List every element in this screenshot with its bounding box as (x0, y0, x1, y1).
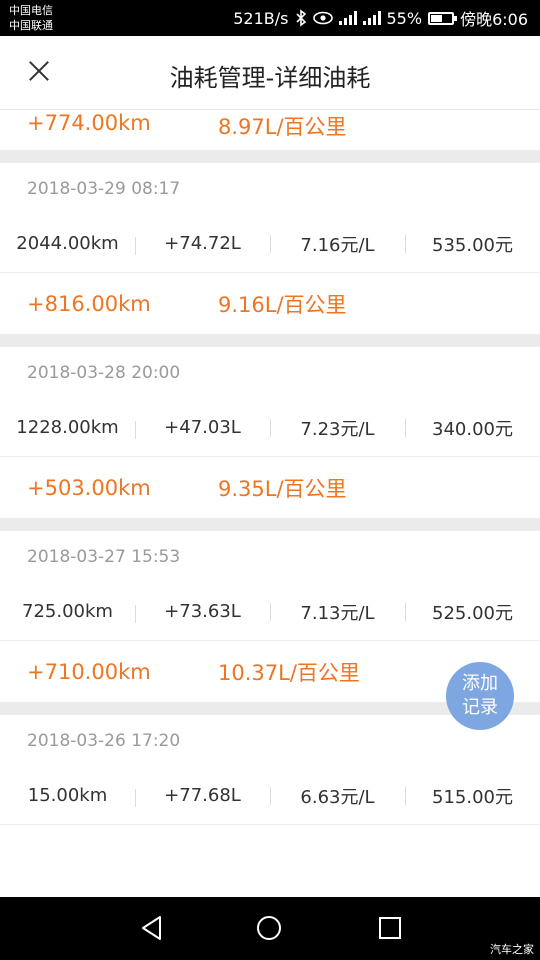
recent-apps-icon[interactable] (379, 917, 401, 939)
efficiency-value: 9.16L/百公里 (218, 292, 347, 317)
odometer-value: 15.00km (27, 785, 108, 806)
bluetooth-icon (295, 9, 307, 27)
record-date: 2018-03-29 08:17 (27, 179, 181, 199)
record-stats: 1228.00km +47.03L 7.23元/L 340.00元 (0, 399, 540, 457)
record-stats: 2044.00km +74.72L 7.16元/L 535.00元 (0, 215, 540, 273)
net-speed: 521B/s (233, 8, 289, 28)
battery-percent: 55% (386, 8, 423, 28)
home-circle-icon[interactable] (257, 916, 281, 940)
app-header: 油耗管理-详细油耗 (0, 36, 540, 110)
fuel-record[interactable]: 2018-03-26 17:20 15.00km +77.68L 6.63元/L… (0, 715, 540, 825)
divider (0, 335, 540, 347)
amount-value: 525.00元 (405, 599, 540, 625)
odometer-value: 1228.00km (16, 417, 119, 438)
signal-icon-2 (362, 11, 381, 25)
unit-price-value: 7.23元/L (270, 415, 405, 441)
summary-row: +774.00km 8.97L/百公里 (0, 111, 540, 151)
carrier-1: 中国电信 (9, 4, 53, 17)
fuel-added-value: +47.03L (135, 417, 270, 439)
odometer-value: 2044.00km (16, 233, 119, 254)
system-nav-bar: 汽车之家 (0, 897, 540, 960)
add-record-button[interactable]: 添加 记录 (446, 662, 514, 730)
carrier-2: 中国联通 (9, 19, 53, 32)
amount-value: 340.00元 (405, 415, 540, 441)
add-record-label-1: 添加 (462, 673, 498, 694)
fuel-record-list[interactable]: +774.00km 8.97L/百公里 2018-03-29 08:17 204… (0, 111, 540, 897)
carrier-info: 中国电信 中国联通 (9, 3, 53, 33)
fuel-added-value: +73.63L (135, 601, 270, 623)
record-date: 2018-03-28 20:00 (27, 363, 181, 383)
signal-icon (338, 11, 357, 25)
divider (0, 519, 540, 531)
efficiency-value: 9.35L/百公里 (218, 476, 347, 501)
eye-comfort-icon (312, 11, 333, 25)
fuel-added-value: +77.68L (135, 785, 270, 807)
record-stats: 725.00km +73.63L 7.13元/L 525.00元 (0, 583, 540, 641)
amount-value: 535.00元 (405, 231, 540, 257)
battery-icon (428, 11, 458, 25)
unit-price-value: 7.16元/L (270, 231, 405, 257)
add-record-label-2: 记录 (462, 697, 498, 718)
amount-value: 515.00元 (405, 783, 540, 809)
status-bar: 中国电信 中国联通 521B/s 55% 傍晚6:06 (0, 0, 540, 36)
unit-price-value: 6.63元/L (270, 783, 405, 809)
watermark-text: 汽车之家 (490, 943, 534, 956)
back-triangle-icon[interactable] (140, 915, 164, 941)
distance-value: +503.00km (27, 475, 151, 500)
distance-value: +774.00km (27, 111, 151, 135)
summary-row: +503.00km 9.35L/百公里 (0, 457, 540, 519)
record-stats: 15.00km +77.68L 6.63元/L 515.00元 (0, 767, 540, 825)
unit-price-value: 7.13元/L (270, 599, 405, 625)
clock: 傍晚6:06 (460, 10, 528, 29)
record-date: 2018-03-27 15:53 (27, 547, 181, 567)
odometer-value: 725.00km (22, 601, 113, 622)
fuel-added-value: +74.72L (135, 233, 270, 255)
fuel-record[interactable]: 2018-03-29 08:17 2044.00km +74.72L 7.16元… (0, 163, 540, 335)
fuel-record[interactable]: 2018-03-28 20:00 1228.00km +47.03L 7.23元… (0, 347, 540, 519)
distance-value: +710.00km (27, 659, 151, 684)
status-icons: 521B/s 55% 傍晚6:06 (233, 0, 528, 36)
divider (0, 151, 540, 163)
page-title: 油耗管理-详细油耗 (169, 64, 371, 92)
efficiency-value: 10.37L/百公里 (218, 660, 360, 685)
efficiency-value: 8.97L/百公里 (218, 115, 347, 139)
summary-row: +816.00km 9.16L/百公里 (0, 273, 540, 335)
distance-value: +816.00km (27, 291, 151, 316)
